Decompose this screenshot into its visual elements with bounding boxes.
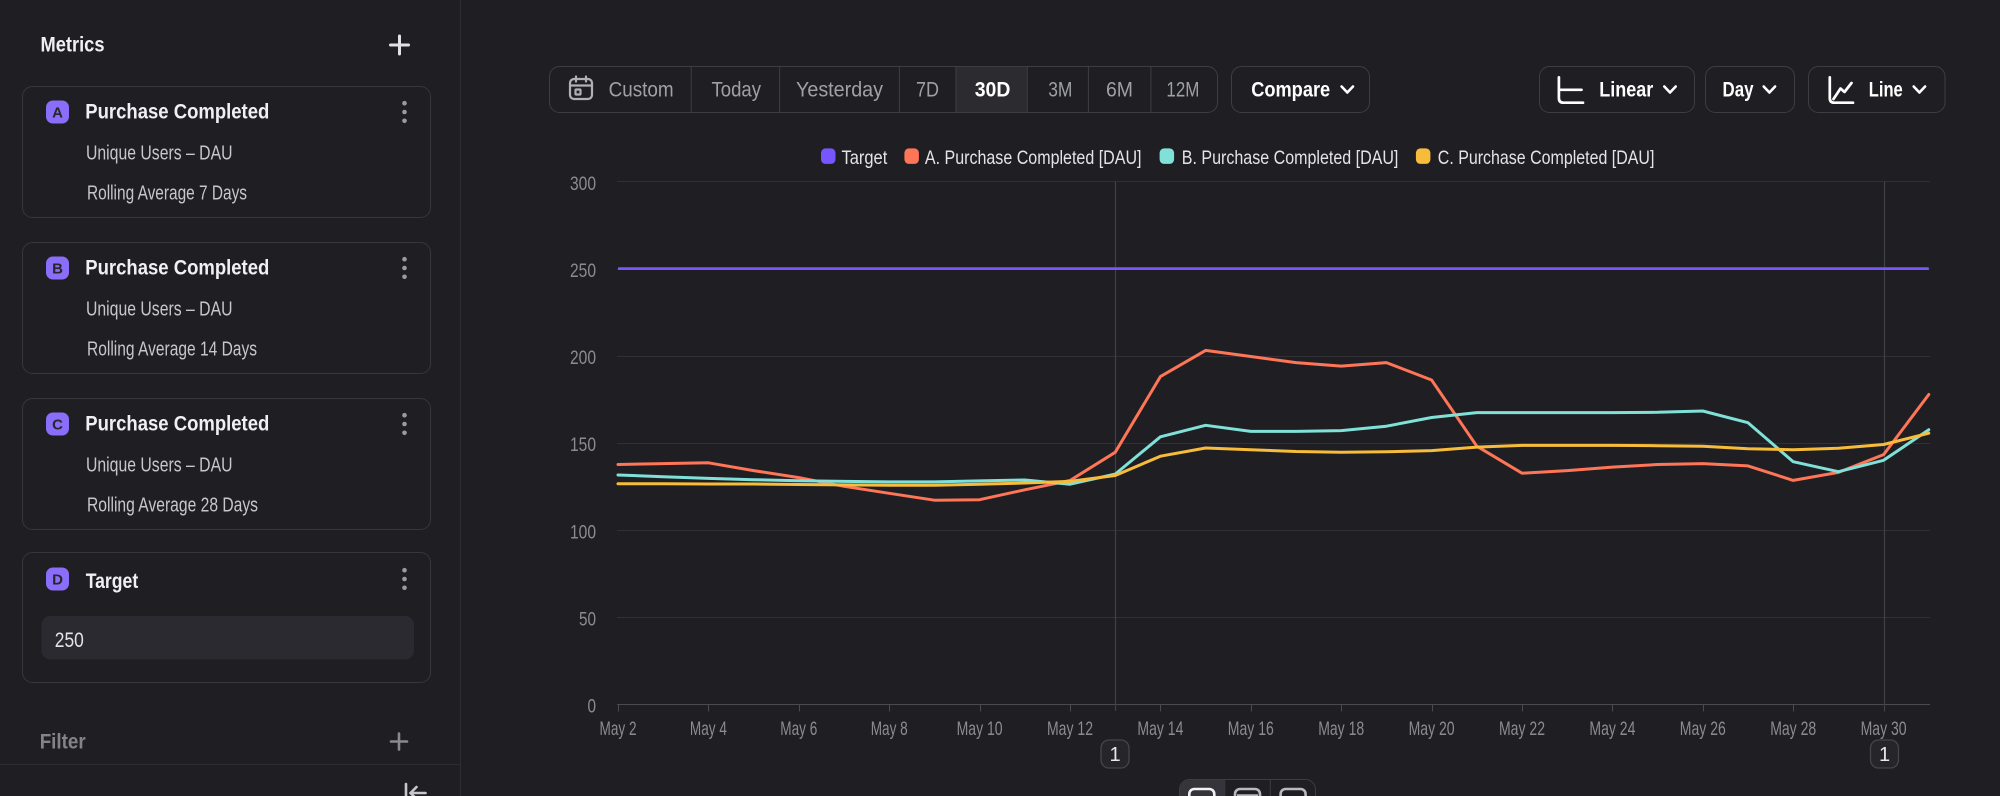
svg-text:Day: Day — [1723, 79, 1754, 102]
svg-text:May 8: May 8 — [871, 718, 908, 740]
svg-text:Line: Line — [1869, 79, 1903, 102]
svg-text:May 2: May 2 — [600, 718, 637, 740]
svg-text:Unique Users – DAU: Unique Users – DAU — [86, 455, 233, 477]
svg-text:Unique Users – DAU: Unique Users – DAU — [86, 143, 233, 165]
svg-text:250: 250 — [570, 260, 596, 282]
svg-text:250: 250 — [55, 629, 84, 652]
svg-text:Purchase Completed: Purchase Completed — [85, 413, 269, 436]
svg-text:Yesterday: Yesterday — [796, 79, 883, 102]
svg-text:100: 100 — [570, 521, 596, 543]
svg-text:May 24: May 24 — [1589, 718, 1635, 740]
svg-text:C. Purchase Completed [DAU]: C. Purchase Completed [DAU] — [1438, 147, 1655, 169]
svg-text:May 28: May 28 — [1770, 718, 1816, 740]
svg-text:B. Purchase Completed [DAU]: B. Purchase Completed [DAU] — [1182, 147, 1399, 169]
svg-text:Today: Today — [712, 79, 762, 102]
svg-text:0: 0 — [588, 696, 597, 718]
svg-text:A: A — [52, 105, 63, 122]
svg-text:Target: Target — [86, 570, 139, 593]
svg-text:12M: 12M — [1166, 79, 1199, 102]
svg-text:May 4: May 4 — [690, 718, 727, 740]
svg-text:Unique Users – DAU: Unique Users – DAU — [86, 299, 233, 321]
svg-text:50: 50 — [579, 608, 596, 630]
svg-text:30D: 30D — [975, 79, 1011, 102]
svg-text:May 16: May 16 — [1228, 718, 1274, 740]
svg-text:May 6: May 6 — [780, 718, 817, 740]
svg-text:Rolling Average 7 Days: Rolling Average 7 Days — [87, 183, 247, 205]
svg-text:May 12: May 12 — [1047, 718, 1093, 740]
svg-text:Filter: Filter — [40, 731, 86, 754]
svg-text:May 10: May 10 — [957, 718, 1003, 740]
svg-text:May 14: May 14 — [1137, 718, 1183, 740]
svg-text:1: 1 — [1109, 744, 1120, 766]
svg-text:200: 200 — [570, 347, 596, 369]
svg-text:May 20: May 20 — [1409, 718, 1455, 740]
svg-text:Metrics: Metrics — [41, 34, 105, 57]
svg-text:May 30: May 30 — [1861, 718, 1907, 740]
svg-text:May 26: May 26 — [1680, 718, 1726, 740]
svg-text:1: 1 — [1879, 744, 1890, 766]
svg-text:Custom: Custom — [609, 79, 674, 102]
svg-text:May 22: May 22 — [1499, 718, 1545, 740]
svg-text:C: C — [52, 417, 63, 434]
svg-text:Compare: Compare — [1251, 79, 1330, 102]
svg-text:150: 150 — [570, 434, 596, 456]
svg-text:300: 300 — [570, 173, 596, 195]
svg-text:D: D — [52, 572, 63, 589]
svg-text:B: B — [52, 261, 63, 278]
svg-text:6M: 6M — [1106, 79, 1133, 102]
svg-text:7D: 7D — [916, 79, 939, 102]
svg-text:A. Purchase Completed [DAU]: A. Purchase Completed [DAU] — [925, 147, 1142, 169]
svg-text:Rolling Average 28 Days: Rolling Average 28 Days — [87, 495, 258, 517]
svg-text:Rolling Average 14 Days: Rolling Average 14 Days — [87, 339, 257, 361]
svg-text:Purchase Completed: Purchase Completed — [85, 101, 269, 124]
svg-text:Target: Target — [842, 147, 888, 169]
svg-text:Linear: Linear — [1599, 79, 1653, 102]
svg-text:Purchase Completed: Purchase Completed — [85, 257, 269, 280]
svg-text:May 18: May 18 — [1318, 718, 1364, 740]
svg-text:3M: 3M — [1048, 79, 1072, 102]
